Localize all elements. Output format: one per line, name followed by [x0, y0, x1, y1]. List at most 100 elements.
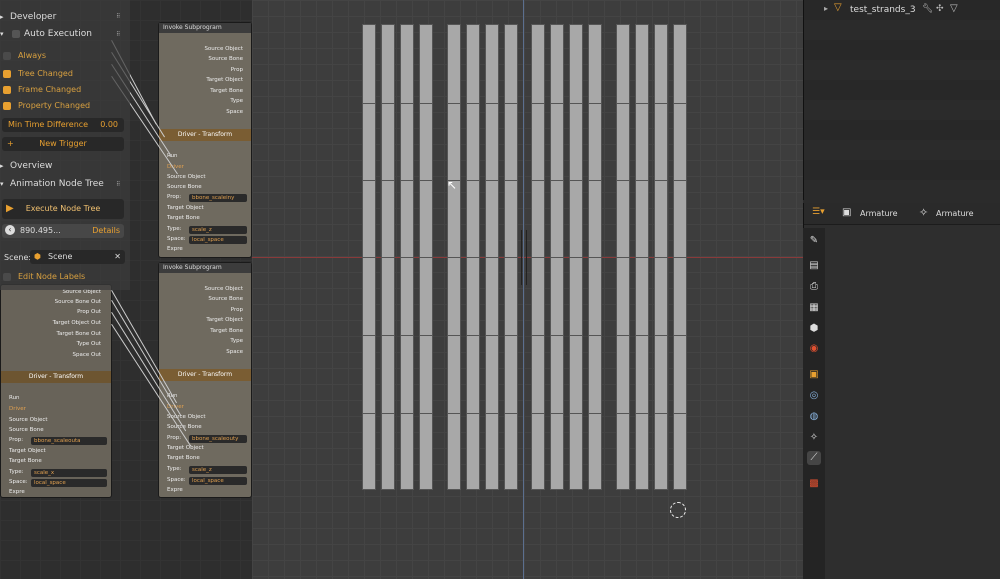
3d-viewport[interactable]: ↖	[252, 0, 803, 579]
bone-strand[interactable]	[400, 24, 414, 490]
always-checkbox[interactable]	[3, 52, 11, 60]
execution-time-row[interactable]: ‹ 890.495... Details	[2, 224, 124, 238]
bone-strand[interactable]	[485, 24, 499, 490]
bone-segment-divider	[505, 257, 517, 258]
bone-strand[interactable]	[673, 24, 687, 490]
driver-row: Driver	[167, 164, 184, 170]
socket-label: Target Bone	[210, 328, 243, 334]
property-changed-checkbox[interactable]	[3, 102, 11, 110]
socket-label: Source Object	[204, 286, 243, 292]
armature-data-icon[interactable]: ▽	[950, 3, 958, 14]
data-name-label[interactable]: Armature	[936, 209, 974, 218]
edit-labels-checkbox[interactable]	[3, 273, 11, 281]
bone-segment-divider	[589, 413, 601, 414]
output-tab-icon[interactable]: ⎙	[807, 280, 821, 294]
prop-field[interactable]: bbone_scaleouty	[189, 435, 247, 443]
object-tab-icon[interactable]: ▣	[807, 368, 821, 382]
drag-handle-icon[interactable]: ⠿	[116, 181, 124, 188]
socket-label: Space	[226, 349, 243, 355]
bone-segment-divider	[486, 257, 498, 258]
bone-strand[interactable]	[569, 24, 583, 490]
prop-field[interactable]: bbone_scaleouta	[31, 437, 107, 445]
bone-segment-divider	[617, 103, 629, 104]
outliner-row-empty	[804, 160, 1000, 180]
outliner[interactable]: ▸ ▽ test_strands_3 🔧︎ ✣ ▽	[803, 0, 1000, 200]
bone-strand[interactable]	[550, 24, 564, 490]
animation-tree-label: Animation Node Tree	[10, 179, 104, 189]
texture-tab-icon[interactable]: ▩	[807, 477, 821, 491]
outliner-row-empty	[804, 40, 1000, 60]
bone-segment-divider	[589, 257, 601, 258]
space-field[interactable]: local_space	[31, 479, 107, 487]
bone-strand[interactable]	[447, 24, 461, 490]
pose-icon[interactable]: ✣	[936, 4, 944, 14]
subprogram-output-node[interactable]: Source Object Source Bone Out Prop Out T…	[0, 284, 112, 498]
enable-checkbox[interactable]	[12, 30, 20, 38]
scene-prefix-label: Scene:	[4, 253, 32, 262]
invoke-subprogram-node[interactable]: Invoke Subprogram Source Object Source B…	[158, 22, 252, 258]
bone-segment-divider	[636, 180, 648, 181]
type-field[interactable]: scale_x	[31, 469, 107, 477]
bone-tab-icon[interactable]: ⟋	[807, 451, 821, 465]
properties-editor[interactable]: ☰▾ ▣ Armature ✧ Armature	[803, 203, 1000, 579]
bone-segment-divider	[570, 335, 582, 336]
drag-handle-icon[interactable]: ⠿	[116, 13, 124, 20]
view-layer-tab-icon[interactable]: ▦	[807, 301, 821, 315]
bone-segment-divider	[551, 413, 563, 414]
type-field[interactable]: scale_z	[189, 226, 247, 234]
prop-label: Prop:	[9, 437, 24, 443]
bone-segment-divider	[570, 413, 582, 414]
bone-segment-divider	[674, 103, 686, 104]
constraints-tab-icon[interactable]: ◍	[807, 410, 821, 424]
render-tab-icon[interactable]: ▤	[807, 259, 821, 273]
world-tab-icon[interactable]: ◉	[807, 342, 821, 356]
bone-strand[interactable]	[466, 24, 480, 490]
min-time-field[interactable]: Min Time Difference 0.00	[2, 118, 124, 132]
editor-type-icon[interactable]: ☰▾	[812, 207, 828, 220]
outliner-row[interactable]: ▸ ▽ test_strands_3 🔧︎ ✣ ▽	[804, 0, 1000, 20]
frame-changed-checkbox[interactable]	[3, 86, 11, 94]
object-name-label[interactable]: Armature	[860, 209, 898, 218]
wrench-icon[interactable]: 🔧︎	[922, 4, 933, 14]
execute-node-tree-button[interactable]: ▶ Execute Node Tree	[2, 199, 124, 219]
bone-segment-divider	[486, 413, 498, 414]
bone-strand[interactable]	[616, 24, 630, 490]
drag-handle-icon[interactable]: ⠿	[116, 31, 124, 38]
bone-strand[interactable]	[381, 24, 395, 490]
bone-strand[interactable]	[419, 24, 433, 490]
type-label: Type:	[9, 469, 24, 475]
bone-segment-divider	[401, 180, 413, 181]
tree-changed-checkbox[interactable]	[3, 70, 11, 78]
space-field[interactable]: local_space	[189, 477, 247, 485]
animation-tree-header[interactable]: ▾ Animation Node Tree	[0, 177, 130, 191]
physics-tab-icon[interactable]: ◎	[807, 389, 821, 403]
developer-header[interactable]: ▸ Developer	[0, 10, 130, 24]
new-trigger-button[interactable]: + New Trigger	[2, 137, 124, 151]
close-icon[interactable]: ✕	[114, 250, 121, 264]
bone-strand[interactable]	[635, 24, 649, 490]
auto-execution-header[interactable]: ▾ Auto Execution	[0, 27, 130, 41]
socket-label: Prop	[230, 307, 243, 313]
bone-strand[interactable]	[654, 24, 668, 490]
bone-strand[interactable]	[504, 24, 518, 490]
invoke-subprogram-node[interactable]: Invoke Subprogram Source Object Source B…	[158, 262, 252, 498]
socket-label: Prop Out	[77, 309, 101, 315]
type-field[interactable]: scale_z	[189, 466, 247, 474]
3d-cursor-icon[interactable]	[670, 502, 686, 518]
overview-header[interactable]: ▸ Overview	[0, 159, 130, 173]
prop-label: Prop:	[167, 194, 182, 200]
details-link[interactable]: Details	[92, 226, 120, 235]
scene-tab-icon[interactable]: ⬢	[807, 322, 821, 336]
bone-segment-divider	[570, 103, 582, 104]
space-label: Space:	[167, 477, 186, 483]
bone-strand[interactable]	[531, 24, 545, 490]
space-field[interactable]: local_space	[189, 236, 247, 244]
armature-data-tab-icon[interactable]: ✧	[807, 431, 821, 445]
bone-strand[interactable]	[588, 24, 602, 490]
bone-segment-divider	[505, 335, 517, 336]
scene-selector[interactable]: ⬢ Scene ✕	[30, 250, 125, 264]
bone-strand[interactable]	[362, 24, 376, 490]
tool-tab-icon[interactable]: ✎	[807, 234, 821, 248]
bone-segment-divider	[420, 413, 432, 414]
prop-field[interactable]: bbone_scaleiny	[189, 194, 247, 202]
